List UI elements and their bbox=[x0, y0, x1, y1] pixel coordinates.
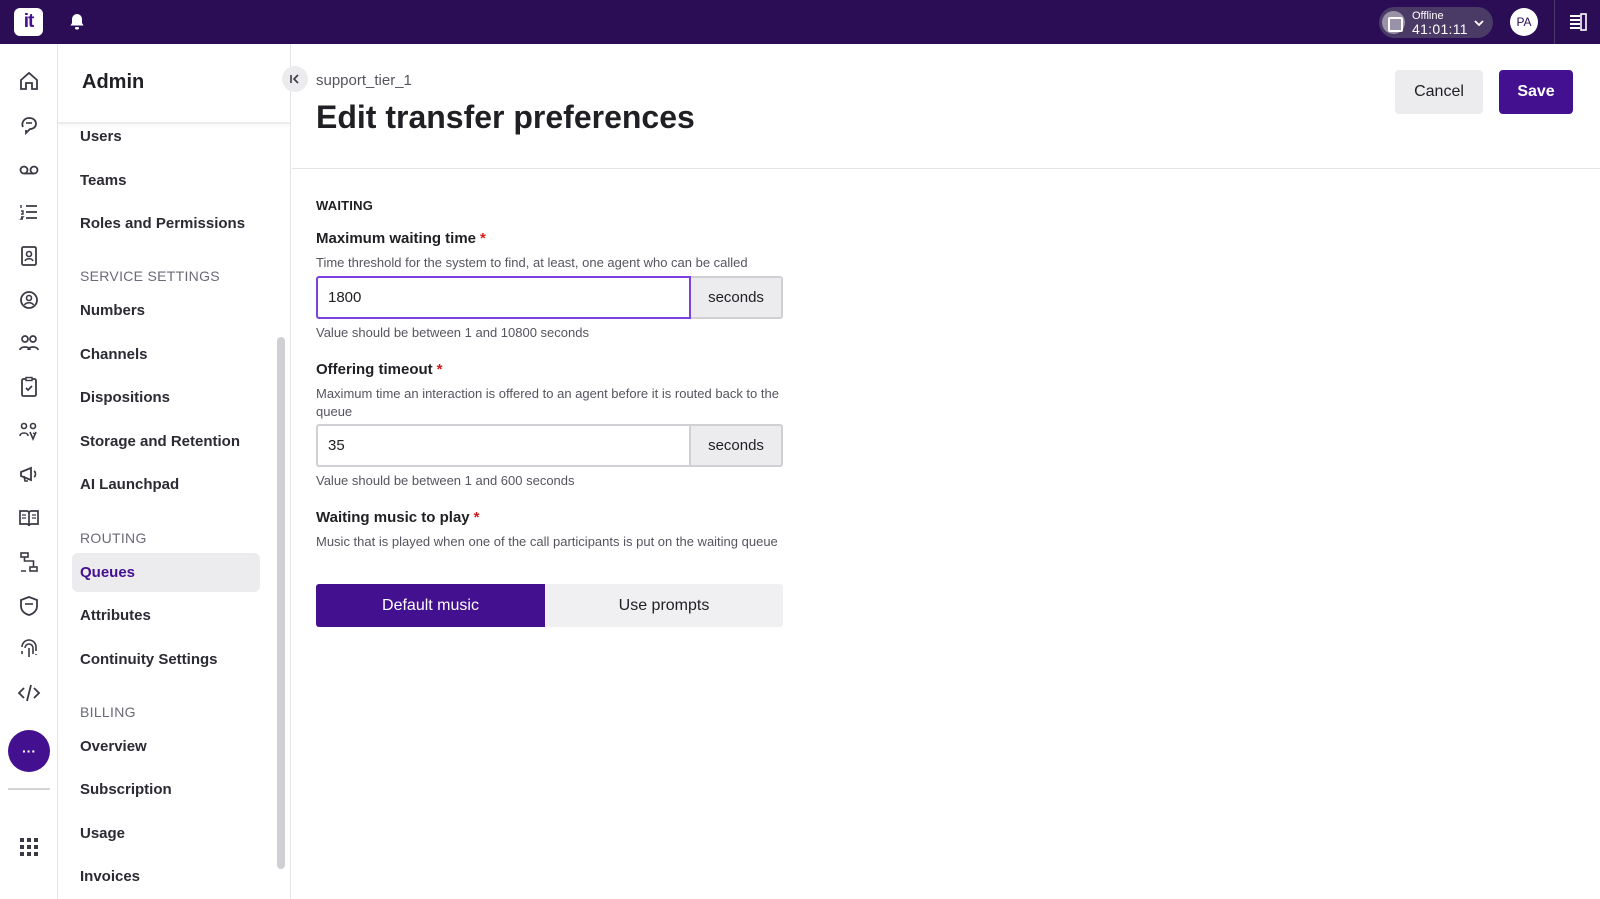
admin-sidebar: Admin Users Teams Roles and Permissions … bbox=[58, 44, 291, 899]
sidebar-item-teams[interactable]: Teams bbox=[72, 161, 260, 200]
save-button[interactable]: Save bbox=[1499, 70, 1573, 114]
sidebar-item-channels[interactable]: Channels bbox=[72, 335, 260, 374]
teams-icon[interactable] bbox=[16, 330, 42, 356]
contacts-icon[interactable] bbox=[16, 243, 42, 269]
top-bar: it Offline 41:01:11 PA bbox=[0, 0, 1600, 44]
sidebar-item-storage-and-retention[interactable]: Storage and Retention bbox=[72, 422, 260, 461]
security-icon[interactable] bbox=[16, 593, 42, 619]
sidebar-item-roles-and-permissions[interactable]: Roles and Permissions bbox=[72, 204, 260, 243]
breadcrumb[interactable]: support_tier_1 bbox=[316, 72, 412, 89]
user-avatar[interactable]: PA bbox=[1510, 8, 1538, 36]
supervisor-icon[interactable] bbox=[16, 418, 42, 444]
sidebar-item-invoices[interactable]: Invoices bbox=[72, 857, 260, 896]
conversations-icon[interactable] bbox=[16, 112, 42, 138]
sidebar-item-ai-launchpad[interactable]: AI Launchpad bbox=[72, 465, 260, 504]
sidebar-title: Admin bbox=[82, 71, 145, 93]
offering-timeout-input[interactable] bbox=[316, 424, 691, 467]
waiting-music-description: Music that is played when one of the cal… bbox=[316, 534, 778, 549]
sidebar-item-queues[interactable]: Queues bbox=[72, 553, 260, 592]
header-divider bbox=[292, 168, 1600, 169]
required-marker: * bbox=[480, 230, 486, 247]
app-logo[interactable]: it bbox=[14, 8, 43, 36]
sidebar-item-subscription[interactable]: Subscription bbox=[72, 770, 260, 809]
notifications-bell-icon[interactable] bbox=[67, 12, 87, 32]
collapse-sidebar-button[interactable] bbox=[282, 66, 308, 92]
campaigns-icon[interactable] bbox=[16, 461, 42, 487]
sidebar-item-usage[interactable]: Usage bbox=[72, 814, 260, 853]
side-panel-toggle-icon[interactable] bbox=[1568, 12, 1588, 32]
agent-status-icon[interactable] bbox=[16, 287, 42, 313]
page-title: Edit transfer preferences bbox=[316, 99, 695, 135]
sidebar-item-continuity-settings[interactable]: Continuity Settings bbox=[72, 640, 260, 679]
nav-rail: ··· bbox=[0, 44, 58, 899]
main-content: support_tier_1 Edit transfer preferences… bbox=[292, 44, 1600, 899]
option-default-music[interactable]: Default music bbox=[316, 584, 545, 627]
offering-timeout-hint: Value should be between 1 and 600 second… bbox=[316, 473, 575, 488]
chevron-down-icon bbox=[1473, 16, 1485, 28]
required-marker: * bbox=[473, 509, 480, 526]
knowledge-base-icon[interactable] bbox=[16, 505, 42, 531]
fingerprint-icon[interactable] bbox=[16, 636, 42, 662]
max-waiting-time-hint: Value should be between 1 and 10800 seco… bbox=[316, 325, 589, 340]
status-timer: 41:01:11 bbox=[1412, 21, 1468, 37]
sidebar-item-dispositions[interactable]: Dispositions bbox=[72, 378, 260, 417]
more-apps-button[interactable]: ··· bbox=[8, 730, 50, 772]
sidebar-scrollbar[interactable] bbox=[277, 337, 285, 869]
max-waiting-time-group: seconds bbox=[316, 276, 783, 319]
task-list-icon[interactable] bbox=[16, 199, 42, 225]
required-marker: * bbox=[436, 361, 443, 378]
apps-grid-icon[interactable] bbox=[16, 834, 42, 860]
offering-timeout-description: Maximum time an interaction is offered t… bbox=[316, 386, 779, 419]
offering-timeout-label: Offering timeout * bbox=[316, 361, 443, 378]
rail-divider bbox=[8, 788, 50, 790]
offering-timeout-unit: seconds bbox=[691, 424, 783, 467]
max-waiting-time-description: Time threshold for the system to find, a… bbox=[316, 255, 748, 270]
topbar-divider bbox=[1554, 0, 1555, 44]
sidebar-item-overview[interactable]: Overview bbox=[72, 727, 260, 766]
max-waiting-time-unit: seconds bbox=[691, 276, 783, 319]
voicemail-icon[interactable] bbox=[16, 156, 42, 182]
section-waiting-label: WAITING bbox=[316, 198, 374, 213]
collapse-left-icon bbox=[290, 74, 299, 84]
section-routing: ROUTING bbox=[80, 530, 147, 546]
home-icon[interactable] bbox=[16, 68, 42, 94]
offering-timeout-group: seconds bbox=[316, 424, 783, 467]
sidebar-header: Admin bbox=[58, 44, 290, 124]
waiting-music-label: Waiting music to play * bbox=[316, 509, 480, 526]
stop-icon bbox=[1382, 11, 1405, 34]
agent-status-toggle[interactable]: Offline 41:01:11 bbox=[1379, 7, 1493, 38]
waiting-music-selector: Default music Use prompts bbox=[316, 584, 783, 627]
flows-icon[interactable] bbox=[16, 549, 42, 575]
option-use-prompts[interactable]: Use prompts bbox=[545, 584, 783, 627]
section-billing: BILLING bbox=[80, 704, 136, 720]
max-waiting-time-input[interactable] bbox=[316, 276, 691, 319]
section-service-settings: SERVICE SETTINGS bbox=[80, 268, 220, 284]
max-waiting-time-label: Maximum waiting time * bbox=[316, 230, 486, 247]
developer-icon[interactable] bbox=[16, 680, 42, 706]
sidebar-item-numbers[interactable]: Numbers bbox=[72, 291, 260, 330]
sidebar-item-attributes[interactable]: Attributes bbox=[72, 596, 260, 635]
cancel-button[interactable]: Cancel bbox=[1395, 70, 1483, 114]
clipboard-icon[interactable] bbox=[16, 374, 42, 400]
